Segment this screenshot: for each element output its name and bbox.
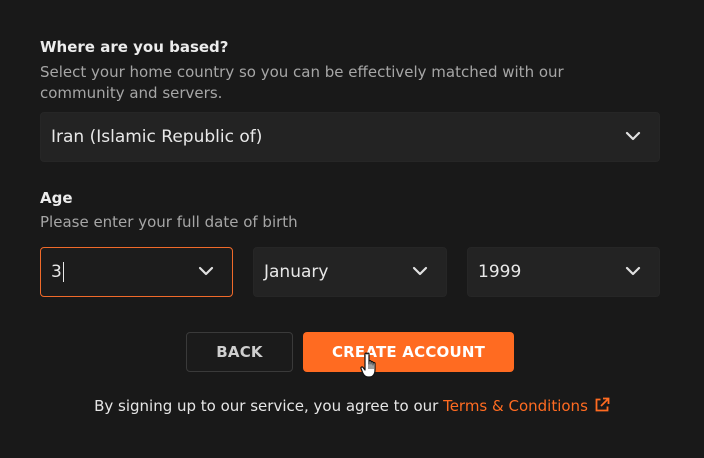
text-caret xyxy=(62,262,64,282)
day-select-value: 3 xyxy=(51,262,64,282)
age-heading: Age xyxy=(40,189,73,207)
country-select[interactable]: Iran (Islamic Republic of) xyxy=(40,112,660,162)
terms-footer-text: By signing up to our service, you agree … xyxy=(94,397,444,415)
chevron-down-icon xyxy=(412,266,428,276)
year-select-value: 1999 xyxy=(478,262,522,282)
year-select[interactable]: 1999 xyxy=(467,247,660,297)
external-link-icon[interactable] xyxy=(594,397,610,413)
chevron-down-icon xyxy=(625,131,641,141)
day-select[interactable]: 3 xyxy=(40,247,233,297)
create-account-button[interactable]: CREATE ACCOUNT xyxy=(303,332,514,372)
terms-link-text[interactable]: Terms & Conditions xyxy=(443,397,588,415)
location-description-line2: community and servers. xyxy=(40,84,223,102)
chevron-down-icon xyxy=(198,266,214,276)
month-select-value: January xyxy=(264,262,329,282)
location-description: Select your home country so you can be e… xyxy=(40,62,564,104)
chevron-down-icon xyxy=(625,266,641,276)
back-button[interactable]: BACK xyxy=(186,332,293,372)
location-description-line1: Select your home country so you can be e… xyxy=(40,63,564,81)
terms-link[interactable]: Terms & Conditions xyxy=(443,397,610,415)
location-heading: Where are you based? xyxy=(40,38,229,56)
day-value-text: 3 xyxy=(51,262,62,282)
country-select-value: Iran (Islamic Republic of) xyxy=(51,127,263,147)
month-select[interactable]: January xyxy=(253,247,447,297)
terms-footer: By signing up to our service, you agree … xyxy=(0,397,704,415)
hand-pointer-cursor-icon xyxy=(360,352,376,378)
age-description: Please enter your full date of birth xyxy=(40,213,298,231)
